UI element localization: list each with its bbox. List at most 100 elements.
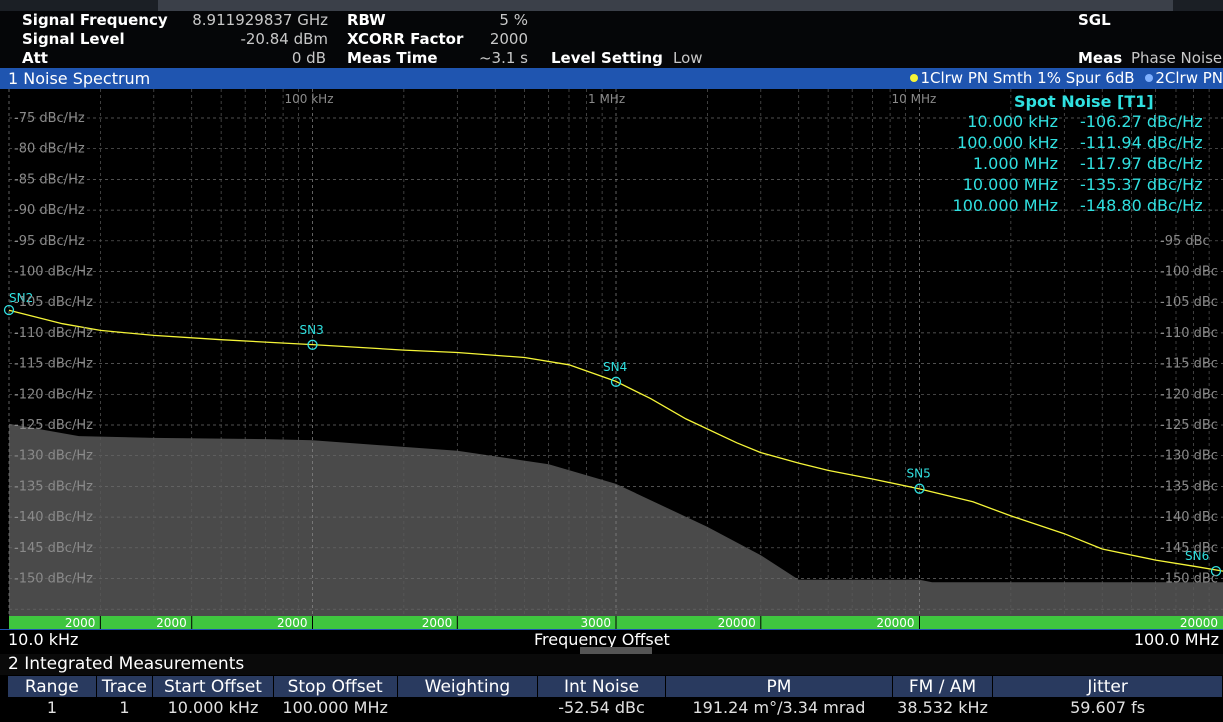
- spot-noise-freq: 100.000 MHz: [952, 196, 1058, 215]
- att-value[interactable]: 0 dB: [170, 49, 326, 67]
- segment-label: 20000: [876, 616, 914, 630]
- noise-spectrum-titlebar: 1 Noise Spectrum 1Clrw PN Smth 1% Spur 6…: [0, 68, 1223, 89]
- level-setting-label: Level Setting: [551, 49, 663, 67]
- y-tick-label-left: -80 dBc/Hz: [14, 142, 85, 157]
- spot-noise-freq: 100.000 kHz: [957, 133, 1058, 152]
- y-tick-label-left: -110 dBc/Hz: [14, 326, 93, 341]
- marker-label: SN5: [907, 467, 931, 481]
- marker-label: SN4: [603, 360, 627, 374]
- signal-frequency-label: Signal Frequency: [22, 11, 168, 29]
- y-tick-label-left: -140 dBc/Hz: [14, 510, 93, 525]
- column-header[interactable]: Weighting: [397, 676, 539, 697]
- att-label: Att: [22, 49, 48, 67]
- segment-label: 20000: [718, 616, 756, 630]
- table-cell: 10.000 kHz: [167, 697, 259, 717]
- trace1-dot-icon: [910, 74, 919, 82]
- x-tick-label: 10 MHz: [892, 92, 937, 106]
- segment-label: 2000: [277, 616, 308, 630]
- segment-label: 2000: [422, 616, 453, 630]
- signal-level-label: Signal Level: [22, 30, 125, 48]
- y-tick-label-right: -105 dBc: [1160, 295, 1218, 310]
- table-cell: 191.24 m°/3.34 mrad: [692, 697, 866, 717]
- spot-noise-title: Spot Noise [T1]: [1014, 92, 1154, 111]
- y-tick-label-right: -135 dBc: [1160, 479, 1218, 494]
- y-tick-label-left: -115 dBc/Hz: [14, 357, 93, 372]
- segment-bar: 2000 2000 2000 2000 3000 20000 20000 20000: [9, 616, 1223, 630]
- integrated-measurements-table: Range Trace Start Offset Stop Offset Weighti…: [8, 676, 1223, 717]
- column-header[interactable]: Range: [8, 676, 97, 697]
- stop-frequency[interactable]: 100.0 MHz: [1134, 630, 1219, 650]
- table-cell: 38.532 kHz: [897, 697, 988, 717]
- trace2-label[interactable]: 2Clrw PN: [1155, 69, 1223, 87]
- spot-noise-freq: 1.000 MHz: [972, 154, 1058, 173]
- y-tick-label-left: -145 dBc/Hz: [14, 541, 93, 556]
- column-header[interactable]: Stop Offset: [273, 676, 398, 697]
- y-tick-label-left: -130 dBc/Hz: [14, 449, 93, 464]
- y-tick-label-left: -150 dBc/Hz: [14, 572, 93, 587]
- y-tick-label-right: -120 dBc: [1160, 387, 1218, 402]
- spot-noise-value: -117.97 dBc/Hz: [1080, 154, 1203, 173]
- spot-noise-value: -148.80 dBc/Hz: [1080, 196, 1203, 215]
- top-toolbar-strip: [0, 0, 1223, 11]
- meas-label: Meas: [1078, 49, 1123, 67]
- x-tick-label: 1 MHz: [588, 92, 625, 106]
- table-cell: 59.607 fs: [1070, 697, 1146, 717]
- table-cell: [397, 697, 537, 717]
- spot-noise-freq: 10.000 kHz: [967, 112, 1058, 131]
- table-cell: 1: [46, 697, 58, 717]
- y-tick-label-left: -75 dBc/Hz: [14, 111, 85, 126]
- spot-noise-value: -111.94 dBc/Hz: [1080, 133, 1203, 152]
- y-tick-label-right: -140 dBc: [1160, 510, 1218, 525]
- spot-noise-value: -135.37 dBc/Hz: [1080, 175, 1203, 194]
- trace-legend: 1Clrw PN Smth 1% Spur 6dB 2Clrw PN: [910, 68, 1223, 89]
- x-tick-label: 100 kHz: [285, 92, 334, 106]
- y-tick-label-left: -125 dBc/Hz: [14, 418, 93, 433]
- trace2-dot-icon: [1145, 74, 1154, 82]
- meas-time-value[interactable]: ~3.1 s: [440, 49, 528, 67]
- sweep-mode-indicator: SGL: [1078, 11, 1111, 29]
- y-tick-label-left: -120 dBc/Hz: [14, 387, 93, 402]
- signal-frequency-value[interactable]: 8.911929837 GHz: [170, 11, 328, 29]
- y-tick-label-left: -100 dBc/Hz: [14, 265, 93, 280]
- y-tick-label-left: -95 dBc/Hz: [14, 234, 85, 249]
- column-header[interactable]: FM / AM: [892, 676, 994, 697]
- table-cell: 100.000 MHz: [282, 697, 388, 717]
- active-tab-strip[interactable]: [158, 0, 1173, 11]
- column-header[interactable]: Int Noise: [537, 676, 667, 697]
- segment-label: 3000: [580, 616, 611, 630]
- start-frequency[interactable]: 10.0 kHz: [8, 630, 78, 650]
- panel-title[interactable]: 1 Noise Spectrum: [8, 68, 150, 89]
- y-tick-label-left: -105 dBc/Hz: [14, 295, 93, 310]
- table-cell: 1: [119, 697, 130, 717]
- rbw-label: RBW: [347, 11, 386, 29]
- segment-label: 2000: [156, 616, 187, 630]
- y-tick-label-right: -115 dBc: [1160, 357, 1218, 372]
- y-tick-label-right: -125 dBc: [1160, 418, 1218, 433]
- xcorr-value[interactable]: 2000: [440, 30, 528, 48]
- rbw-value[interactable]: 5 %: [440, 11, 528, 29]
- table-row[interactable]: 1 1 10.000 kHz 100.000 MHz -52.54 dBc 191.24 …: [8, 697, 1223, 717]
- column-header[interactable]: Jitter: [992, 676, 1223, 697]
- y-tick-label-left: -135 dBc/Hz: [14, 479, 93, 494]
- spot-noise-value: -106.27 dBc/Hz: [1080, 112, 1203, 131]
- column-header[interactable]: Trace: [96, 676, 154, 697]
- column-header[interactable]: PM: [665, 676, 893, 697]
- level-setting-value[interactable]: Low: [673, 49, 703, 67]
- y-tick-label-right: -110 dBc: [1160, 326, 1218, 341]
- meas-time-label: Meas Time: [347, 49, 438, 67]
- y-tick-label-right: -100 dBc: [1160, 265, 1218, 280]
- y-tick-label-right: -130 dBc: [1160, 449, 1218, 464]
- measurement-settings-header: Signal Frequency 8.911929837 GHz Signal …: [0, 11, 1223, 68]
- y-tick-label-left: -85 dBc/Hz: [14, 172, 85, 187]
- meas-value[interactable]: Phase Noise: [1131, 49, 1222, 67]
- column-header[interactable]: Start Offset: [152, 676, 274, 697]
- y-tick-label-right: -95 dBc: [1160, 234, 1210, 249]
- signal-level-value[interactable]: -20.84 dBm: [170, 30, 328, 48]
- table-cell: -52.54 dBc: [558, 697, 645, 717]
- y-tick-label-left: -90 dBc/Hz: [14, 203, 85, 218]
- spot-noise-freq: 10.000 MHz: [962, 175, 1058, 194]
- trace1-label[interactable]: 1Clrw PN Smth 1% Spur 6dB: [920, 69, 1134, 87]
- integrated-measurements-titlebar: 2 Integrated Measurements: [0, 654, 1223, 675]
- marker-label: SN3: [300, 323, 324, 337]
- integrated-title[interactable]: 2 Integrated Measurements: [8, 654, 244, 675]
